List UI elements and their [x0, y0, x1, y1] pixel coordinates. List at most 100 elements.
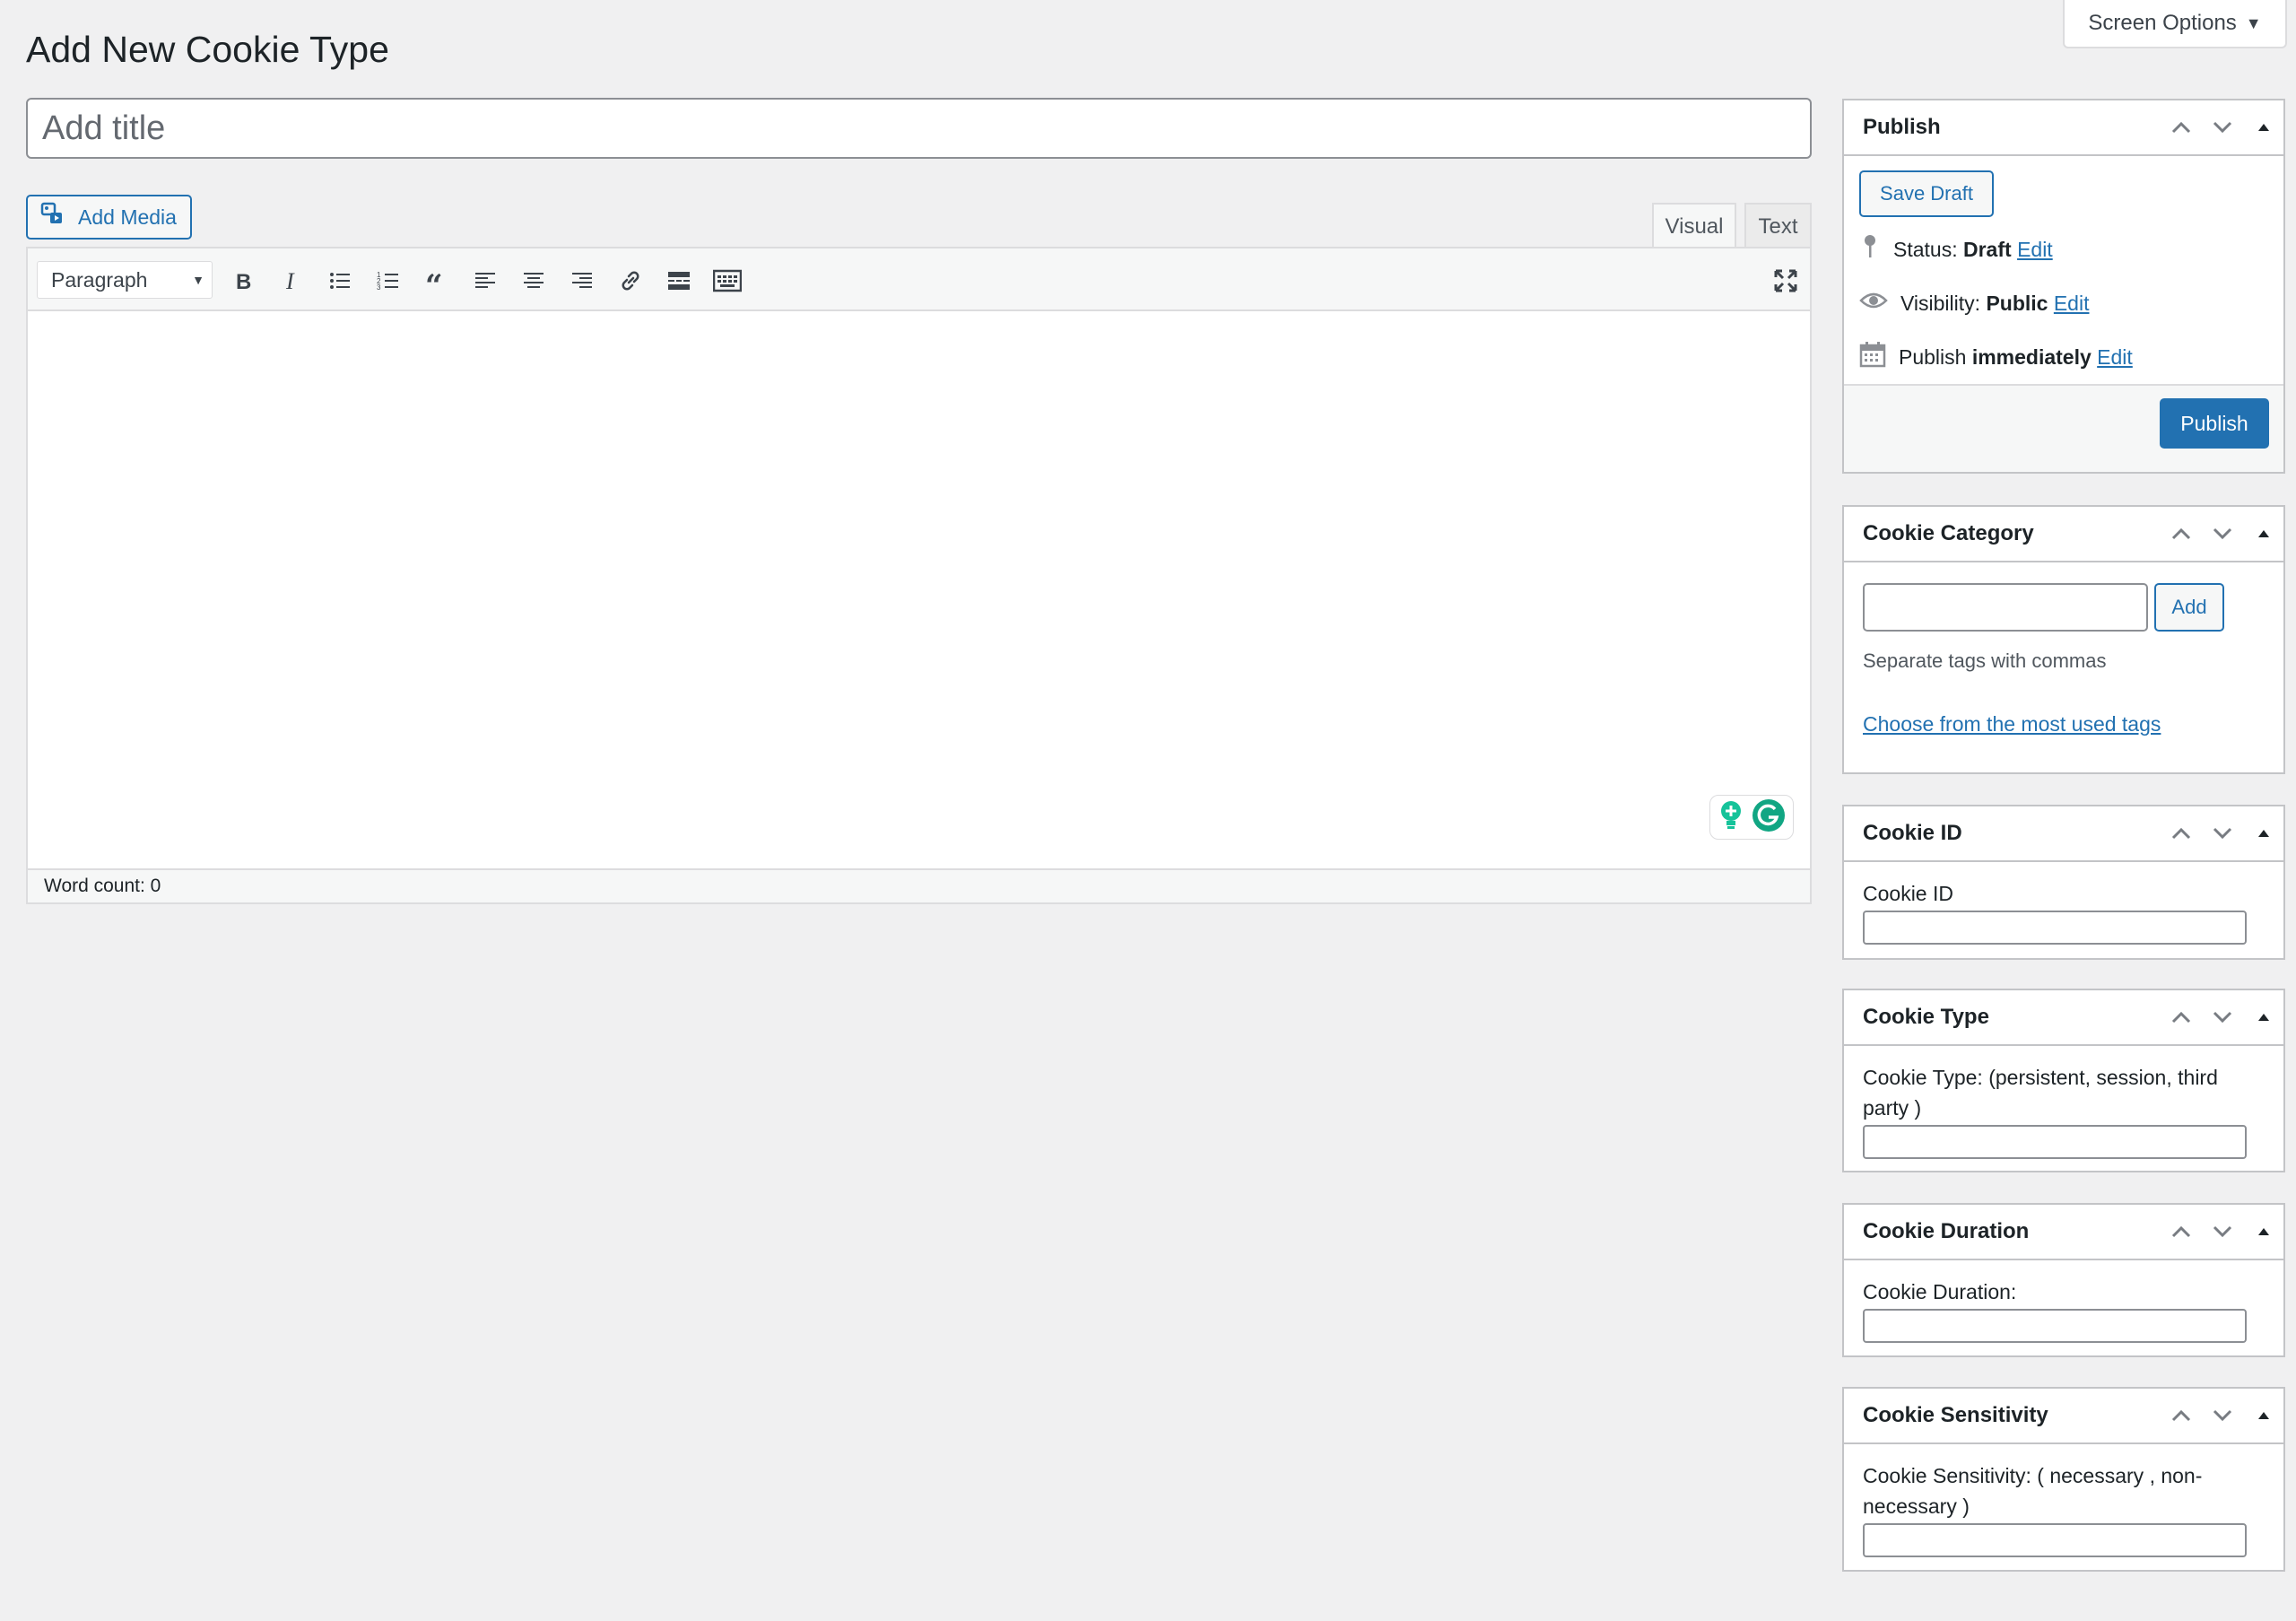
publish-box-title: Publish — [1863, 115, 1941, 139]
cookie-id-title: Cookie ID — [1863, 821, 1962, 845]
move-up-icon[interactable] — [2167, 519, 2196, 548]
cookie-id-label: Cookie ID — [1863, 882, 1953, 905]
visibility-label: Visibility: — [1900, 291, 1981, 315]
lightbulb-icon[interactable] — [1718, 799, 1744, 836]
svg-text:B: B — [236, 270, 251, 292]
add-media-icon — [40, 201, 67, 233]
cookie-id-header: Cookie ID — [1844, 806, 2283, 862]
move-down-icon[interactable] — [2208, 519, 2237, 548]
publish-label: Publish — [1899, 344, 1967, 369]
align-center-icon[interactable] — [517, 265, 550, 297]
move-down-icon[interactable] — [2208, 819, 2237, 848]
publish-box-header: Publish — [1844, 100, 2283, 156]
cookie-duration-input[interactable] — [1863, 1309, 2247, 1343]
editor-toolbar: Paragraph ▼ B I 123 “ — [28, 248, 1810, 311]
dropdown-caret-icon: ▼ — [192, 273, 204, 287]
add-media-button[interactable]: Add Media — [26, 195, 192, 240]
cookie-sensitivity-title: Cookie Sensitivity — [1863, 1403, 2048, 1427]
svg-text:3: 3 — [377, 283, 381, 292]
blockquote-icon[interactable]: “ — [421, 265, 453, 297]
cookie-category-header: Cookie Category — [1844, 507, 2283, 562]
fullscreen-icon[interactable] — [1770, 265, 1802, 297]
category-help-text: Separate tags with commas — [1863, 649, 2107, 672]
publish-date-row: Publish immediately Edit — [1859, 330, 2268, 384]
cookie-category-box: Cookie Category Add Separate tags with c… — [1842, 505, 2285, 774]
svg-text:“: “ — [425, 269, 443, 292]
word-count: Word count: 0 — [28, 868, 1810, 902]
eye-icon — [1859, 290, 1888, 317]
move-down-icon[interactable] — [2208, 113, 2237, 142]
cookie-category-input[interactable] — [1863, 583, 2148, 632]
cookie-type-input[interactable] — [1863, 1125, 2247, 1159]
publish-timing-value: immediately — [1971, 344, 2092, 369]
cookie-duration-title: Cookie Duration — [1863, 1219, 2030, 1243]
visibility-value: Public — [1986, 291, 2048, 315]
move-down-icon[interactable] — [2208, 1401, 2237, 1430]
content-editor: Paragraph ▼ B I 123 “ Word count: 0 — [26, 247, 1812, 904]
format-select-value: Paragraph — [51, 267, 148, 292]
collapse-toggle-icon[interactable] — [2249, 1217, 2278, 1246]
collapse-toggle-icon[interactable] — [2249, 819, 2278, 848]
grammarly-widget[interactable] — [1709, 795, 1794, 840]
edit-status-link[interactable]: Edit — [2017, 238, 2053, 261]
align-left-icon[interactable] — [469, 265, 501, 297]
grammarly-icon[interactable] — [1752, 798, 1786, 837]
cookie-id-input[interactable] — [1863, 911, 2247, 945]
status-label: Status: — [1893, 237, 1958, 261]
cookie-sensitivity-input[interactable] — [1863, 1523, 2247, 1557]
toolbar-toggle-icon[interactable] — [711, 265, 744, 297]
cookie-duration-label: Cookie Duration: — [1863, 1280, 2017, 1303]
publish-box: Publish Save Draft Status: Draft Edit Vi… — [1842, 99, 2285, 474]
pin-icon — [1859, 233, 1881, 266]
status-value: Draft — [1963, 237, 2012, 261]
move-down-icon[interactable] — [2208, 1217, 2237, 1246]
numbered-list-icon[interactable]: 123 — [372, 265, 404, 297]
move-up-icon[interactable] — [2167, 113, 2196, 142]
align-right-icon[interactable] — [566, 265, 598, 297]
screen-options-button[interactable]: Screen Options ▼ — [2063, 0, 2287, 48]
publish-button[interactable]: Publish — [2160, 398, 2269, 449]
move-up-icon[interactable] — [2167, 819, 2196, 848]
edit-publish-date-link[interactable]: Edit — [2097, 345, 2133, 369]
cookie-duration-header: Cookie Duration — [1844, 1205, 2283, 1260]
screen-options-label: Screen Options — [2088, 11, 2237, 35]
edit-visibility-link[interactable]: Edit — [2054, 292, 2090, 315]
save-draft-button[interactable]: Save Draft — [1859, 170, 1994, 217]
link-icon[interactable] — [614, 265, 647, 297]
collapse-toggle-icon[interactable] — [2249, 1401, 2278, 1430]
cookie-sensitivity-label: Cookie Sensitivity: ( necessary , non-ne… — [1863, 1464, 2203, 1518]
collapse-toggle-icon[interactable] — [2249, 519, 2278, 548]
choose-most-used-tags-link[interactable]: Choose from the most used tags — [1863, 712, 2265, 736]
cookie-category-title: Cookie Category — [1863, 521, 2034, 545]
add-media-label: Add Media — [78, 205, 177, 229]
caret-down-icon: ▼ — [2245, 13, 2262, 32]
cookie-type-label: Cookie Type: (persistent, session, third… — [1863, 1066, 2218, 1120]
move-up-icon[interactable] — [2167, 1401, 2196, 1430]
cookie-sensitivity-header: Cookie Sensitivity — [1844, 1389, 2283, 1444]
status-row: Status: Draft Edit — [1859, 222, 2268, 276]
collapse-toggle-icon[interactable] — [2249, 113, 2278, 142]
move-down-icon[interactable] — [2208, 1003, 2237, 1032]
add-category-button[interactable]: Add — [2154, 583, 2224, 632]
cookie-type-header: Cookie Type — [1844, 990, 2283, 1046]
format-select[interactable]: Paragraph ▼ — [37, 261, 213, 299]
editor-content-area[interactable] — [28, 311, 1810, 868]
read-more-icon[interactable] — [663, 265, 695, 297]
visibility-row: Visibility: Public Edit — [1859, 276, 2268, 330]
italic-icon[interactable]: I — [275, 265, 308, 297]
calendar-icon — [1859, 341, 1886, 373]
page-title: Add New Cookie Type — [26, 29, 389, 70]
svg-text:I: I — [285, 269, 295, 292]
bulleted-list-icon[interactable] — [324, 265, 356, 297]
cookie-type-box: Cookie Type Cookie Type: (persistent, se… — [1842, 989, 2285, 1172]
move-up-icon[interactable] — [2167, 1003, 2196, 1032]
cookie-type-title: Cookie Type — [1863, 1005, 1989, 1029]
cookie-duration-box: Cookie Duration Cookie Duration: — [1842, 1203, 2285, 1357]
tab-visual[interactable]: Visual — [1652, 203, 1736, 248]
cookie-sensitivity-box: Cookie Sensitivity Cookie Sensitivity: (… — [1842, 1387, 2285, 1572]
collapse-toggle-icon[interactable] — [2249, 1003, 2278, 1032]
post-title-input[interactable] — [26, 98, 1812, 159]
tab-text[interactable]: Text — [1744, 203, 1812, 248]
move-up-icon[interactable] — [2167, 1217, 2196, 1246]
bold-icon[interactable]: B — [227, 265, 259, 297]
